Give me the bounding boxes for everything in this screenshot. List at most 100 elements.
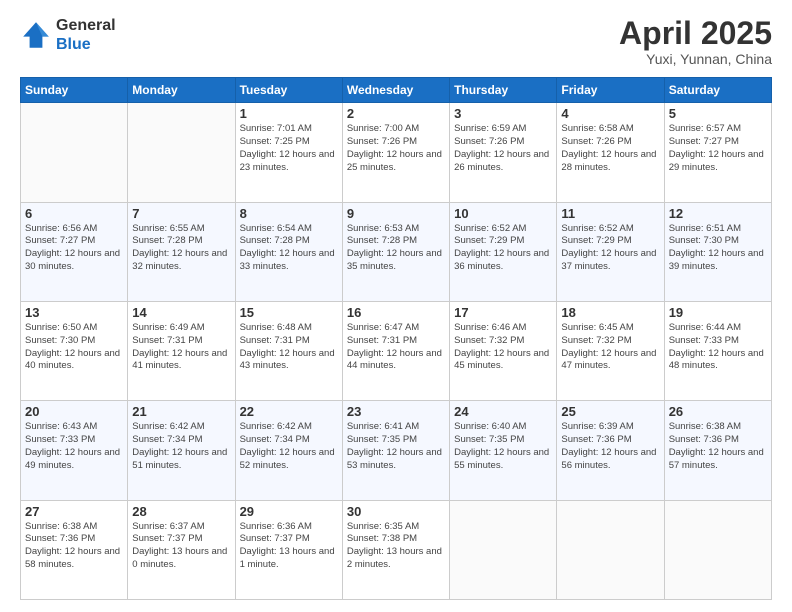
day-info: Sunrise: 6:35 AM Sunset: 7:38 PM Dayligh… (347, 521, 445, 572)
day-number: 20 (25, 404, 123, 419)
week-row-5: 27Sunrise: 6:38 AM Sunset: 7:36 PM Dayli… (21, 500, 772, 599)
col-header-wednesday: Wednesday (342, 78, 449, 103)
day-number: 13 (25, 305, 123, 320)
week-row-1: 1 Sunrise: 7:01 AM Sunset: 7:25 PM Daylig… (21, 103, 772, 202)
day-info: Sunrise: 6:43 AM Sunset: 7:33 PM Dayligh… (25, 421, 123, 472)
day-number: 23 (347, 404, 445, 419)
day-info: Sunrise: 6:54 AM Sunset: 7:28 PM Dayligh… (240, 223, 338, 274)
day-cell: 20 Sunrise: 6:43 AM Sunset: 7:33 PM Dayli… (21, 401, 128, 500)
header: General Blue April 2025 Yuxi, Yunnan, Ch… (20, 16, 772, 67)
day-cell: 27Sunrise: 6:38 AM Sunset: 7:36 PM Dayli… (21, 500, 128, 599)
day-cell: 21 Sunrise: 6:42 AM Sunset: 7:34 PM Dayli… (128, 401, 235, 500)
day-number: 10 (454, 206, 552, 221)
day-number: 16 (347, 305, 445, 320)
day-info: Sunrise: 6:42 AM Sunset: 7:34 PM Dayligh… (132, 421, 230, 472)
day-number: 3 (454, 106, 552, 121)
day-info: Sunrise: 6:48 AM Sunset: 7:31 PM Dayligh… (240, 322, 338, 373)
day-info: Sunrise: 6:52 AM Sunset: 7:29 PM Dayligh… (561, 223, 659, 274)
day-info: Sunrise: 6:58 AM Sunset: 7:26 PM Dayligh… (561, 123, 659, 174)
day-cell (21, 103, 128, 202)
day-cell: 7 Sunrise: 6:55 AM Sunset: 7:28 PM Daylig… (128, 202, 235, 301)
day-cell: 14Sunrise: 6:49 AM Sunset: 7:31 PM Dayli… (128, 301, 235, 400)
logo: General Blue (20, 16, 116, 54)
col-header-friday: Friday (557, 78, 664, 103)
day-number: 29 (240, 504, 338, 519)
day-number: 1 (240, 106, 338, 121)
day-cell: 19 Sunrise: 6:44 AM Sunset: 7:33 PM Dayli… (664, 301, 771, 400)
day-info: Sunrise: 6:39 AM Sunset: 7:36 PM Dayligh… (561, 421, 659, 472)
day-info: Sunrise: 6:44 AM Sunset: 7:33 PM Dayligh… (669, 322, 767, 373)
day-info: Sunrise: 6:37 AM Sunset: 7:37 PM Dayligh… (132, 521, 230, 572)
title-month: April 2025 (619, 16, 772, 51)
day-cell: 5 Sunrise: 6:57 AM Sunset: 7:27 PM Daylig… (664, 103, 771, 202)
day-cell: 24Sunrise: 6:40 AM Sunset: 7:35 PM Dayli… (450, 401, 557, 500)
day-cell: 25 Sunrise: 6:39 AM Sunset: 7:36 PM Dayli… (557, 401, 664, 500)
day-info: Sunrise: 6:46 AM Sunset: 7:32 PM Dayligh… (454, 322, 552, 373)
day-number: 28 (132, 504, 230, 519)
day-number: 5 (669, 106, 767, 121)
day-cell (450, 500, 557, 599)
day-cell: 22 Sunrise: 6:42 AM Sunset: 7:34 PM Dayli… (235, 401, 342, 500)
day-info: Sunrise: 6:57 AM Sunset: 7:27 PM Dayligh… (669, 123, 767, 174)
logo-blue: Blue (56, 35, 116, 54)
day-cell: 2 Sunrise: 7:00 AM Sunset: 7:26 PM Daylig… (342, 103, 449, 202)
day-number: 7 (132, 206, 230, 221)
logo-text: General Blue (56, 16, 116, 54)
day-cell: 16 Sunrise: 6:47 AM Sunset: 7:31 PM Dayli… (342, 301, 449, 400)
day-info: Sunrise: 6:41 AM Sunset: 7:35 PM Dayligh… (347, 421, 445, 472)
day-cell: 6Sunrise: 6:56 AM Sunset: 7:27 PM Daylig… (21, 202, 128, 301)
day-number: 30 (347, 504, 445, 519)
day-info: Sunrise: 6:53 AM Sunset: 7:28 PM Dayligh… (347, 223, 445, 274)
title-location: Yuxi, Yunnan, China (619, 51, 772, 67)
day-info: Sunrise: 6:42 AM Sunset: 7:34 PM Dayligh… (240, 421, 338, 472)
day-cell: 29Sunrise: 6:36 AM Sunset: 7:37 PM Dayli… (235, 500, 342, 599)
day-number: 14 (132, 305, 230, 320)
day-number: 21 (132, 404, 230, 419)
day-number: 17 (454, 305, 552, 320)
day-number: 18 (561, 305, 659, 320)
day-info: Sunrise: 6:50 AM Sunset: 7:30 PM Dayligh… (25, 322, 123, 373)
day-info: Sunrise: 6:55 AM Sunset: 7:28 PM Dayligh… (132, 223, 230, 274)
day-number: 9 (347, 206, 445, 221)
day-cell: 3 Sunrise: 6:59 AM Sunset: 7:26 PM Daylig… (450, 103, 557, 202)
title-block: April 2025 Yuxi, Yunnan, China (619, 16, 772, 67)
day-cell: 23 Sunrise: 6:41 AM Sunset: 7:35 PM Dayli… (342, 401, 449, 500)
day-cell (664, 500, 771, 599)
day-number: 27 (25, 504, 123, 519)
day-info: Sunrise: 6:59 AM Sunset: 7:26 PM Dayligh… (454, 123, 552, 174)
day-number: 22 (240, 404, 338, 419)
day-info: Sunrise: 6:38 AM Sunset: 7:36 PM Dayligh… (669, 421, 767, 472)
day-number: 8 (240, 206, 338, 221)
day-cell: 10Sunrise: 6:52 AM Sunset: 7:29 PM Dayli… (450, 202, 557, 301)
day-cell: 26 Sunrise: 6:38 AM Sunset: 7:36 PM Dayli… (664, 401, 771, 500)
calendar-table: SundayMondayTuesdayWednesdayThursdayFrid… (20, 77, 772, 600)
day-number: 19 (669, 305, 767, 320)
calendar-header-row: SundayMondayTuesdayWednesdayThursdayFrid… (21, 78, 772, 103)
day-info: Sunrise: 6:40 AM Sunset: 7:35 PM Dayligh… (454, 421, 552, 472)
day-cell: 30 Sunrise: 6:35 AM Sunset: 7:38 PM Dayli… (342, 500, 449, 599)
day-number: 4 (561, 106, 659, 121)
day-cell: 17 Sunrise: 6:46 AM Sunset: 7:32 PM Dayli… (450, 301, 557, 400)
day-cell: 1 Sunrise: 7:01 AM Sunset: 7:25 PM Daylig… (235, 103, 342, 202)
day-info: Sunrise: 6:56 AM Sunset: 7:27 PM Dayligh… (25, 223, 123, 274)
day-number: 25 (561, 404, 659, 419)
col-header-thursday: Thursday (450, 78, 557, 103)
day-cell: 28 Sunrise: 6:37 AM Sunset: 7:37 PM Dayli… (128, 500, 235, 599)
col-header-saturday: Saturday (664, 78, 771, 103)
day-cell: 11Sunrise: 6:52 AM Sunset: 7:29 PM Dayli… (557, 202, 664, 301)
logo-icon (20, 19, 52, 51)
col-header-monday: Monday (128, 78, 235, 103)
day-info: Sunrise: 7:00 AM Sunset: 7:26 PM Dayligh… (347, 123, 445, 174)
day-info: Sunrise: 7:01 AM Sunset: 7:25 PM Dayligh… (240, 123, 338, 174)
day-info: Sunrise: 6:51 AM Sunset: 7:30 PM Dayligh… (669, 223, 767, 274)
day-info: Sunrise: 6:47 AM Sunset: 7:31 PM Dayligh… (347, 322, 445, 373)
logo-general: General (56, 16, 116, 35)
day-number: 2 (347, 106, 445, 121)
day-cell: 4 Sunrise: 6:58 AM Sunset: 7:26 PM Daylig… (557, 103, 664, 202)
day-number: 26 (669, 404, 767, 419)
week-row-2: 6Sunrise: 6:56 AM Sunset: 7:27 PM Daylig… (21, 202, 772, 301)
page: General Blue April 2025 Yuxi, Yunnan, Ch… (0, 0, 792, 612)
day-cell: 9 Sunrise: 6:53 AM Sunset: 7:28 PM Daylig… (342, 202, 449, 301)
day-number: 15 (240, 305, 338, 320)
day-cell: 18Sunrise: 6:45 AM Sunset: 7:32 PM Dayli… (557, 301, 664, 400)
